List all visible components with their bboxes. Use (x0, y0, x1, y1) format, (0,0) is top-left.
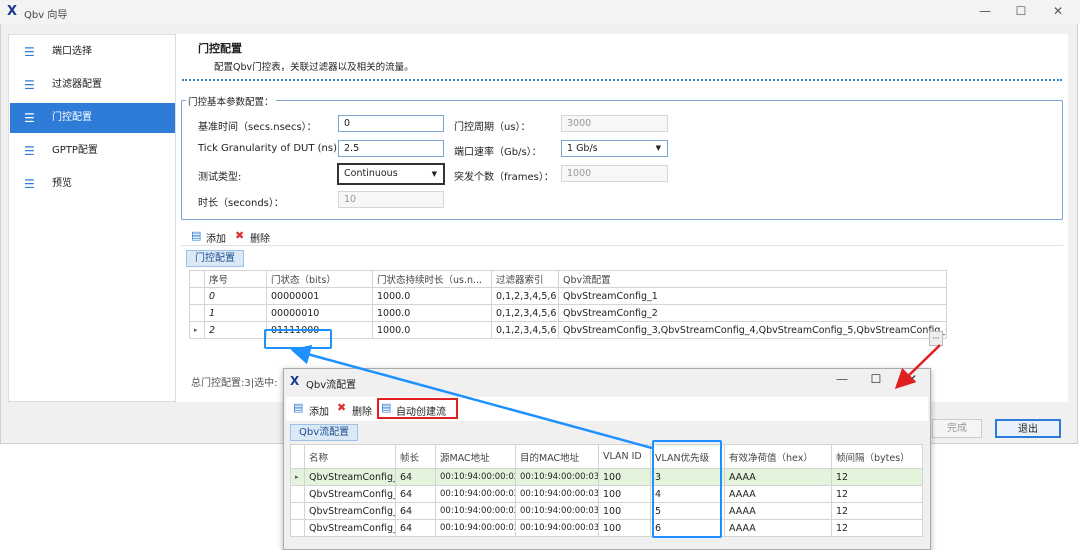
annotation-arrows (290, 344, 941, 450)
arrow-gate-to-priority (290, 344, 653, 450)
arrow-ellipsis-to-dialog (894, 344, 941, 389)
